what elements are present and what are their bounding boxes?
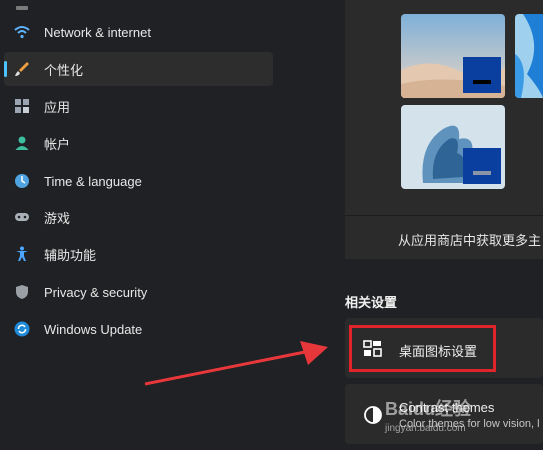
gamepad-icon — [14, 209, 30, 225]
theme-thumbnail[interactable] — [515, 14, 543, 98]
sidebar-item-label: 帐户 — [44, 136, 71, 152]
sidebar-item-label: Time & language — [44, 173, 142, 189]
store-link-row[interactable]: 从应用商店中获取更多主 — [345, 215, 543, 259]
related-settings-title: 相关设置 — [345, 295, 398, 310]
sidebar-item-label: 游戏 — [44, 210, 71, 226]
annotation-arrow — [144, 341, 328, 386]
contrast-icon — [363, 405, 383, 425]
sidebar-item-label: Network & internet — [44, 24, 151, 40]
sidebar-item-label: Windows Update — [44, 321, 143, 337]
sidebar-item-network[interactable]: Network & internet — [4, 15, 273, 49]
wifi-icon — [14, 24, 30, 40]
watermark: Baidu经验 jingyan.baidu.com — [385, 395, 471, 434]
paintbrush-icon — [14, 61, 30, 77]
sidebar-item-accessibility[interactable]: 辅助功能 — [4, 237, 273, 271]
globe-clock-icon — [14, 173, 30, 189]
sidebar-item-label: 应用 — [44, 99, 71, 115]
sidebar-item-apps[interactable]: 应用 — [4, 89, 273, 123]
sidebar-item-gaming[interactable]: 游戏 — [4, 200, 273, 234]
sidebar-item-label: 辅助功能 — [44, 247, 97, 263]
active-indicator — [4, 61, 7, 77]
sidebar-item-privacy[interactable]: Privacy & security — [4, 275, 273, 309]
watermark-url: jingyan.baidu.com — [385, 423, 466, 434]
store-link-label: 从应用商店中获取更多主 — [398, 233, 542, 248]
sidebar-item-accounts[interactable]: 帐户 — [4, 126, 273, 160]
sidebar-item-time-language[interactable]: Time & language — [4, 164, 273, 198]
theme-gallery — [345, 0, 543, 215]
theme-thumbnail[interactable] — [401, 14, 505, 98]
sidebar-item-personalization[interactable]: 个性化 — [4, 52, 273, 86]
accessibility-icon — [14, 246, 30, 262]
highlight-box — [349, 325, 496, 372]
apps-icon — [14, 98, 30, 114]
person-icon — [14, 135, 30, 151]
watermark-text: Baidu经验 — [385, 399, 472, 419]
theme-thumbnail[interactable] — [401, 105, 505, 189]
shield-icon — [14, 284, 30, 300]
update-icon — [14, 321, 30, 337]
sidebar-item-label: Privacy & security — [44, 284, 148, 300]
sidebar-item-label: 个性化 — [44, 62, 84, 78]
